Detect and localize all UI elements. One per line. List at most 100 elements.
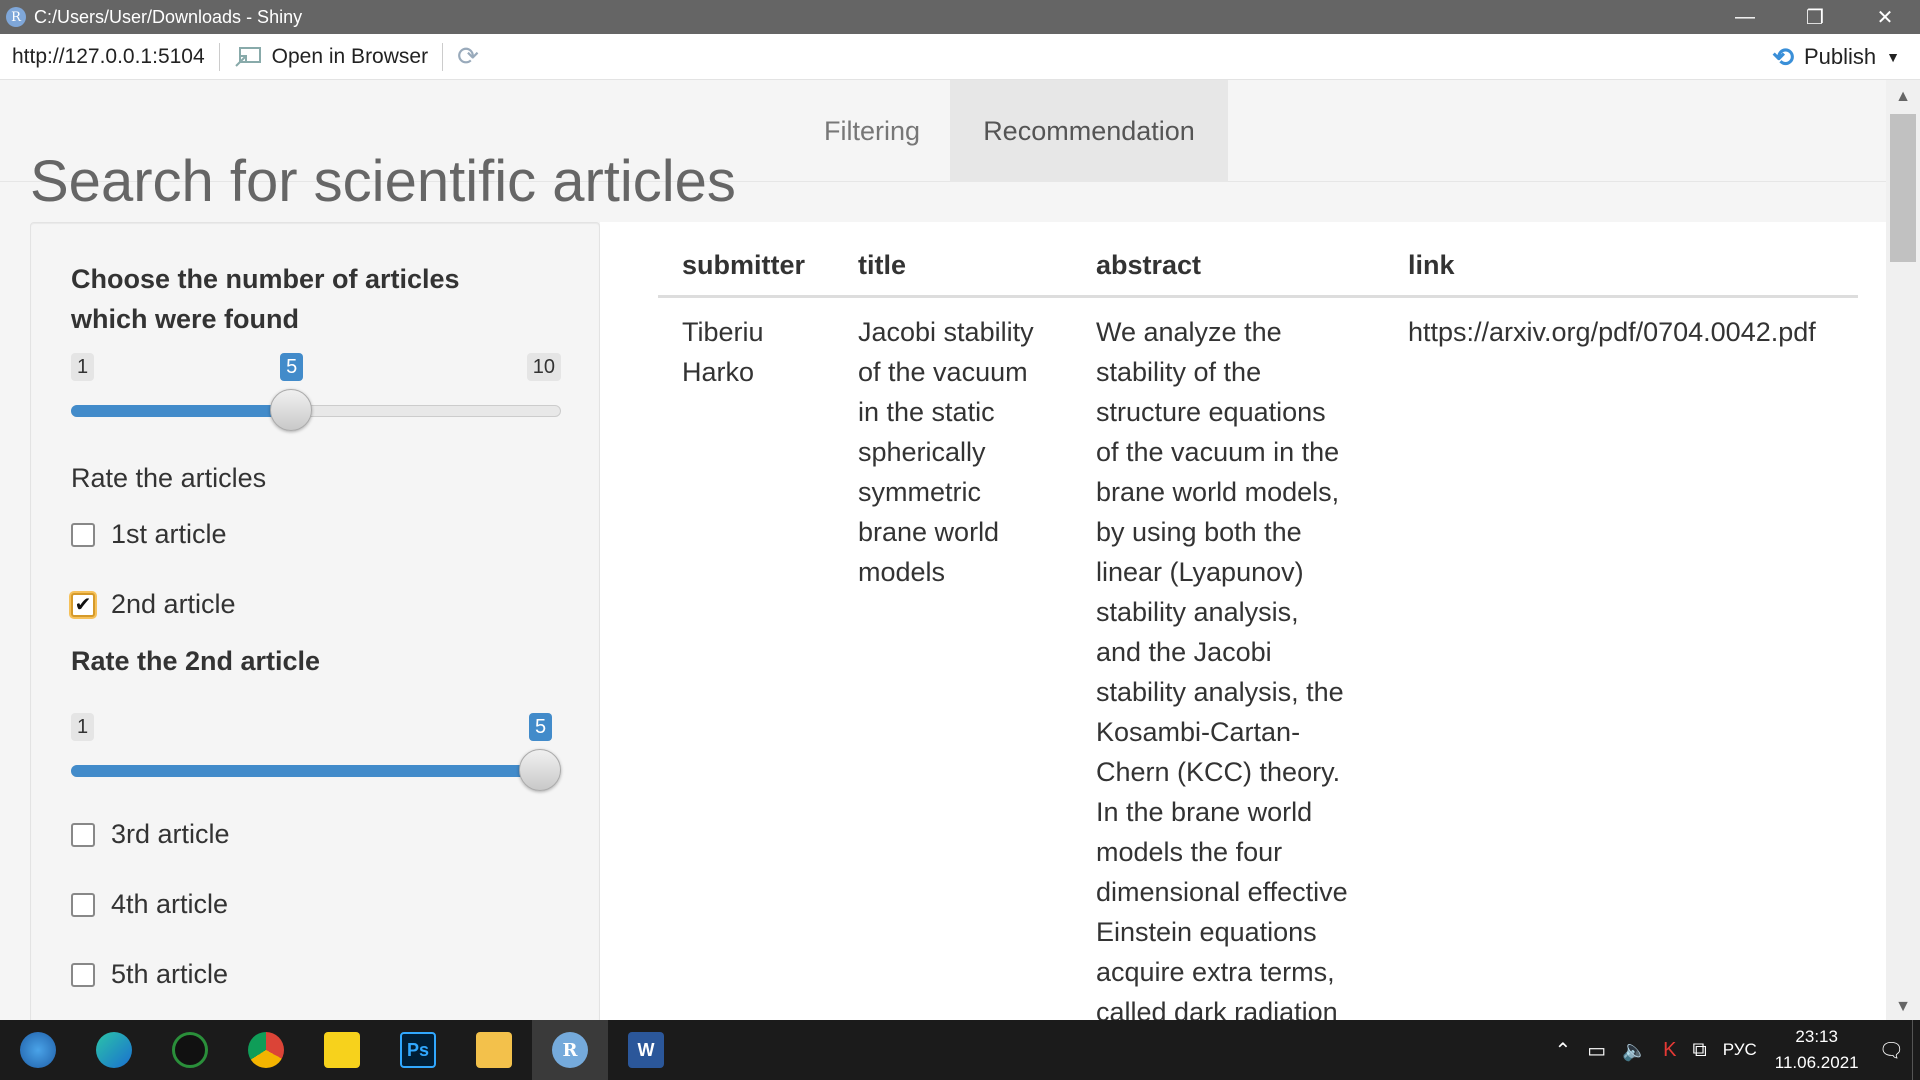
cell-line: acquire extra terms, — [1096, 957, 1335, 987]
sidebar-panel: Choose the number of articles which were… — [30, 222, 600, 1020]
scroll-up-icon[interactable]: ▲ — [1886, 88, 1920, 106]
cell-title: Jacobi stability of the vacuum in the stat… — [834, 297, 1072, 1021]
url-text[interactable]: http://127.0.0.1:5104 — [12, 45, 205, 69]
scrollbar-thumb[interactable] — [1890, 114, 1916, 262]
table-header-row: submitter title abstract link — [658, 222, 1858, 298]
checkbox-box-checked[interactable]: ✔ — [71, 592, 95, 617]
open-in-browser-button[interactable]: Open in Browser — [234, 45, 428, 69]
checkbox-box[interactable] — [71, 962, 95, 987]
toolbar-divider — [218, 42, 220, 71]
meet-now-icon[interactable]: ▭ — [1587, 1038, 1606, 1063]
clock-time: 23:13 — [1795, 1027, 1838, 1046]
cell-line: Tiberiu — [682, 317, 764, 347]
show-desktop-button[interactable] — [1912, 1020, 1920, 1080]
volume-icon[interactable]: 🔈 — [1622, 1038, 1647, 1063]
slider-max-label: 10 — [526, 353, 561, 381]
article-count-slider[interactable]: 1 5 10 — [71, 353, 561, 443]
minimize-button[interactable]: — — [1710, 0, 1780, 34]
taskbar-photoshop[interactable]: Ps — [380, 1020, 456, 1080]
network-icon[interactable]: ⧉ — [1692, 1039, 1706, 1062]
window-title: C:/Users/User/Downloads - Shiny — [34, 6, 303, 27]
start-button[interactable] — [0, 1020, 76, 1080]
cell-line: brane world models, — [1096, 477, 1340, 507]
page-scrollbar[interactable]: ▲ ▼ — [1886, 80, 1920, 1020]
count-slider-label-line1: Choose the number of articles — [71, 264, 460, 294]
slider-fill — [71, 765, 540, 777]
checkbox-box[interactable] — [71, 892, 95, 917]
results-panel: submitter title abstract link Tiberiu Har… — [600, 222, 1886, 1020]
slider-handle[interactable] — [519, 749, 561, 791]
cell-line: Kosambi-Cartan- — [1096, 717, 1301, 747]
slider-fill — [71, 405, 292, 417]
count-slider-label-line2: which were found — [71, 304, 300, 334]
shiny-app: Filtering Recommendation Search for scie… — [0, 80, 1886, 1020]
article-2-checkbox[interactable]: ✔ 2nd article — [71, 589, 236, 620]
slider-handle[interactable] — [270, 389, 313, 431]
publish-icon: ⟲ — [1772, 41, 1794, 72]
cell-line: in the static — [858, 397, 995, 427]
window-titlebar: R C:/Users/User/Downloads - Shiny — ❐ ✕ — [0, 0, 1920, 34]
checkbox-label: 2nd article — [111, 589, 236, 619]
checkbox-label: 3rd article — [111, 819, 230, 849]
taskbar-sticky-notes[interactable] — [304, 1020, 380, 1080]
edge-icon — [96, 1032, 132, 1068]
article-4-checkbox[interactable]: 4th article — [71, 889, 228, 920]
cell-link[interactable]: https://arxiv.org/pdf/0704.0042.pdf — [1384, 297, 1858, 1021]
cell-line: Chern (KCC) theory. — [1096, 757, 1341, 787]
taskbar-file-explorer[interactable] — [456, 1020, 532, 1080]
article-3-checkbox[interactable]: 3rd article — [71, 819, 230, 850]
table-row: Tiberiu Harko Jacobi stability of the vacu… — [658, 297, 1858, 1021]
refresh-icon[interactable]: ⟳ — [457, 41, 479, 72]
tab-filtering[interactable]: Filtering — [794, 80, 950, 182]
cell-line: structure equations — [1096, 397, 1326, 427]
open-browser-icon — [234, 46, 261, 67]
publish-button[interactable]: ⟲ Publish ▼ — [1772, 34, 1900, 80]
restore-button[interactable]: ❐ — [1780, 0, 1850, 34]
rate-articles-heading: Rate the articles — [71, 463, 267, 493]
taskbar-app[interactable] — [152, 1020, 228, 1080]
scroll-down-icon[interactable]: ▼ — [1886, 998, 1920, 1016]
rate-2nd-article-label: Rate the 2nd article — [71, 646, 321, 676]
photoshop-icon: Ps — [400, 1032, 436, 1068]
cell-line: models the four — [1096, 837, 1283, 867]
clock-date: 11.06.2021 — [1774, 1053, 1859, 1072]
windows-start-icon — [20, 1032, 56, 1068]
tab-recommendation[interactable]: Recommendation — [950, 80, 1228, 182]
cell-line: by using both the — [1096, 517, 1302, 547]
rate-2nd-article-slider[interactable]: 1 5 — [71, 713, 561, 803]
cell-abstract: We analyze the stability of the structure … — [1072, 297, 1384, 1020]
cell-line: dimensional effective — [1096, 877, 1348, 907]
cell-line: of the vacuum in the — [1096, 437, 1340, 467]
column-header-submitter[interactable]: submitter — [658, 222, 834, 298]
cell-line: Einstein equations — [1096, 917, 1317, 947]
close-button[interactable]: ✕ — [1850, 0, 1920, 34]
column-header-title[interactable]: title — [834, 222, 1072, 298]
system-tray: ⌃ ▭ 🔈 K ⧉ РУС 23:13 11.06.2021 🗨 — [1547, 1020, 1920, 1080]
chevron-up-icon[interactable]: ⌃ — [1555, 1038, 1572, 1063]
checkbox-box[interactable] — [71, 822, 95, 847]
page-title: Search for scientific articles — [30, 149, 736, 214]
word-icon: W — [628, 1032, 664, 1068]
antivirus-icon[interactable]: K — [1663, 1039, 1676, 1062]
chevron-down-icon[interactable]: ▼ — [1886, 49, 1900, 65]
taskbar-word[interactable]: W — [608, 1020, 684, 1080]
toolbar-divider — [442, 42, 444, 71]
checkbox-box[interactable] — [71, 522, 95, 547]
article-5-checkbox[interactable]: 5th article — [71, 959, 228, 990]
taskbar-chrome[interactable] — [228, 1020, 304, 1080]
notification-icon[interactable]: 🗨 — [1879, 1038, 1904, 1063]
column-header-abstract[interactable]: abstract — [1072, 222, 1384, 298]
clock[interactable]: 23:13 11.06.2021 — [1775, 1024, 1859, 1076]
cell-line: models — [858, 557, 946, 587]
chrome-icon — [248, 1032, 284, 1068]
cell-line: stability of the — [1096, 357, 1262, 387]
slider-value-label: 5 — [529, 713, 553, 741]
article-1-checkbox[interactable]: 1st article — [71, 519, 227, 550]
taskbar-edge[interactable] — [76, 1020, 152, 1080]
language-indicator[interactable]: РУС — [1723, 1040, 1757, 1060]
cell-line: and the Jacobi — [1096, 637, 1272, 667]
taskbar-rstudio[interactable]: R — [532, 1020, 608, 1080]
cell-line: stability analysis, the — [1096, 677, 1344, 707]
checkbox-label: 1st article — [111, 519, 227, 549]
column-header-link[interactable]: link — [1384, 222, 1858, 298]
